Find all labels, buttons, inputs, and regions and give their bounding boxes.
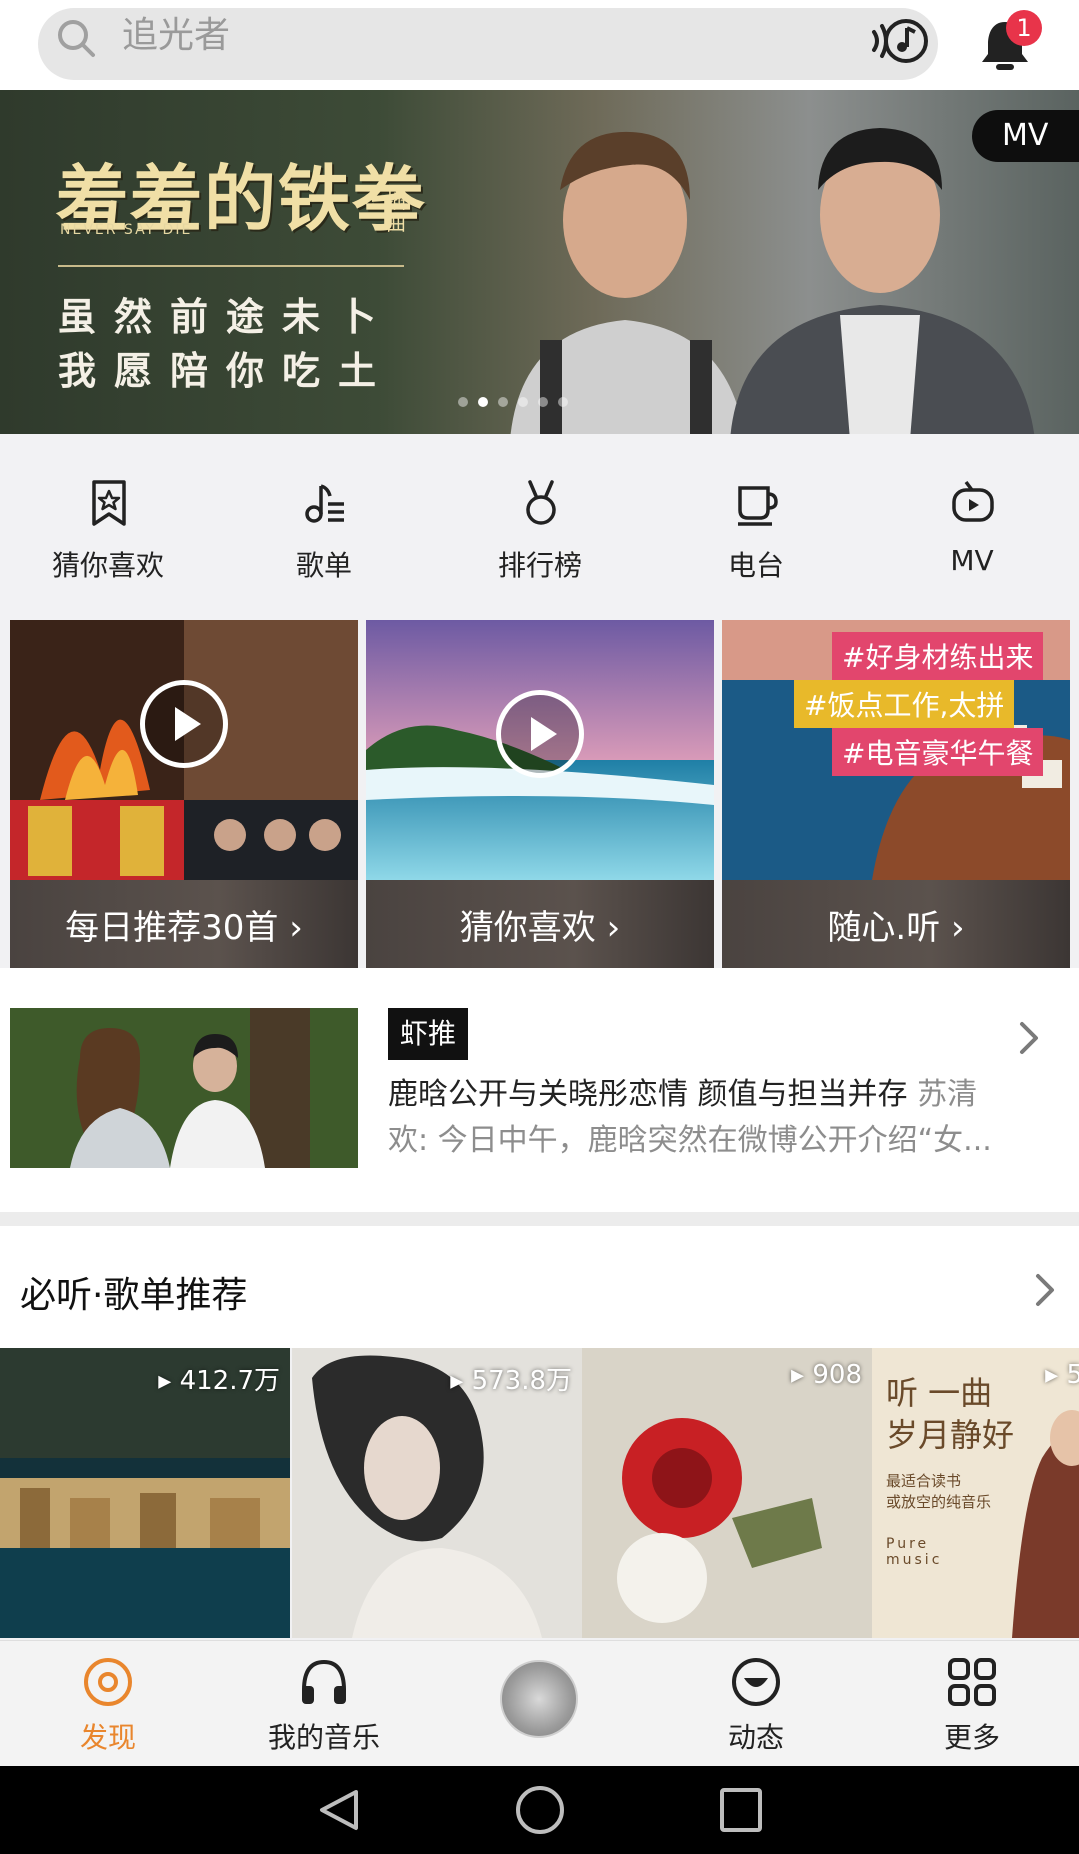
nav-label: 发现 <box>79 1721 136 1754</box>
card-label: 猜你喜欢 › <box>459 908 621 948</box>
medal-icon <box>526 480 556 525</box>
carousel-dot[interactable] <box>458 397 468 407</box>
news-author: 苏清 <box>917 1077 978 1112</box>
banner-line-1: 虽然前途未卜 <box>58 295 395 339</box>
search-input[interactable]: 追光者 <box>122 16 230 56</box>
carousel-dot[interactable] <box>518 397 528 407</box>
home-icon[interactable] <box>516 1786 564 1834</box>
carousel-dots <box>458 397 568 407</box>
news-headline: 鹿晗公开与关晓彤恋情 颜值与担当并存 <box>388 1077 908 1112</box>
banner-tag: 插曲 <box>386 189 406 235</box>
category-charts[interactable]: 排行榜 <box>432 434 648 620</box>
cover-text-1: 听 一曲 <box>886 1374 993 1412</box>
play-icon <box>531 717 557 751</box>
category-label: 猜你喜欢 <box>51 549 164 582</box>
nav-label: 我的音乐 <box>267 1721 380 1754</box>
recent-apps-icon[interactable] <box>720 1788 762 1832</box>
play-count-value: 908 <box>812 1360 862 1390</box>
nav-label: 动态 <box>727 1721 784 1754</box>
banner-line-2: 我愿陪你吃土 <box>58 349 395 393</box>
mood-tag[interactable]: #电音豪华午餐 <box>832 728 1044 776</box>
playlist-section-title: 必听·歌单推荐 <box>20 1275 248 1316</box>
mood-tag[interactable]: #好身材练出来 <box>832 632 1044 680</box>
chevron-right-icon[interactable] <box>1030 1270 1060 1310</box>
cup-icon <box>738 486 778 526</box>
category-label: 排行榜 <box>497 549 582 582</box>
banner-subtitle: NEVER SAY DIE <box>60 222 193 238</box>
nav-discover[interactable]: 发现 <box>0 1640 216 1766</box>
category-playlist[interactable]: 歌单 <box>216 434 432 620</box>
play-count-value: 412.7万 <box>179 1366 280 1396</box>
news-thumbnail <box>10 1008 358 1168</box>
play-count-value: 5 <box>1066 1360 1079 1390</box>
search-icon <box>58 20 95 57</box>
mood-tag[interactable]: #饭点工作,太拼 <box>794 680 1015 728</box>
grid-icon <box>948 1658 996 1706</box>
cover-text-3: 最适合读书 或放空的纯音乐 <box>886 1472 992 1511</box>
banner-divider <box>58 265 404 267</box>
category-radio[interactable]: 电台 <box>648 434 864 620</box>
star-bookmark-icon <box>92 480 126 526</box>
play-count: ▸ 908 <box>791 1360 862 1390</box>
play-count: ▸ 5 <box>1045 1360 1079 1390</box>
random-listen-card[interactable]: #好身材练出来 #饭点工作,太拼 #电音豪华午餐 随心.听 › <box>722 620 1070 968</box>
nav-my-music[interactable]: 我的音乐 <box>216 1640 432 1766</box>
play-count: ▸ 412.7万 <box>158 1366 280 1396</box>
banner-person-left <box>510 131 744 434</box>
nav-label: 更多 <box>943 1721 1000 1754</box>
category-guess-you-like[interactable]: 猜你喜欢 <box>0 434 216 620</box>
category-label: 歌单 <box>295 549 352 582</box>
section-divider <box>0 1212 1079 1226</box>
daily-recommend-card[interactable]: 每日推荐30首 › <box>10 620 358 968</box>
news-summary: 欢: 今日中午，鹿晗突然在微博公开介绍“女... <box>388 1123 992 1158</box>
cover-text-2: 岁月静好 <box>886 1416 1015 1454</box>
carousel-dot-active[interactable] <box>478 397 488 407</box>
nav-feed[interactable]: 动态 <box>648 1640 864 1766</box>
carousel-dot[interactable] <box>498 397 508 407</box>
category-row: 猜你喜欢 歌单 排行榜 电台 MV <box>0 434 1079 620</box>
now-playing-disc[interactable] <box>500 1660 578 1738</box>
play-count: ▸ 573.8万 <box>450 1366 572 1396</box>
playlist-note-icon <box>305 484 344 523</box>
carousel-dot[interactable] <box>538 397 548 407</box>
card-label: 随心.听 › <box>827 908 965 948</box>
play-icon <box>175 707 201 741</box>
chevron-right-icon[interactable] <box>1014 1018 1044 1058</box>
playlist-card[interactable]: 听 一曲 岁月静好 最适合读书 或放空的纯音乐 Pure music ▸ 5 <box>872 1348 1079 1638</box>
play-button[interactable] <box>140 680 228 768</box>
card-label: 每日推荐30首 › <box>65 908 303 948</box>
play-button[interactable] <box>496 690 584 778</box>
playlist-cover <box>582 1348 872 1638</box>
category-mv[interactable]: MV <box>864 434 1079 620</box>
news-title[interactable]: 鹿晗公开与关晓彤恋情 颜值与担当并存 苏清 <box>388 1072 1048 1118</box>
headphones-icon <box>302 1659 346 1704</box>
smile-icon <box>732 1658 780 1706</box>
guess-you-like-card[interactable]: 猜你喜欢 › <box>366 620 714 968</box>
tv-play-icon <box>952 480 994 522</box>
cover-text-4: Pure music <box>886 1536 943 1568</box>
category-label: MV <box>950 544 994 577</box>
back-icon[interactable] <box>316 1786 362 1834</box>
mv-badge: MV <box>972 110 1079 162</box>
nav-more[interactable]: 更多 <box>864 1640 1079 1766</box>
notification-badge: 1 <box>1006 10 1042 46</box>
playlist-card[interactable]: ▸ 412.7万 <box>0 1348 290 1638</box>
playlist-card[interactable]: ▸ 908 <box>582 1348 872 1638</box>
carousel-dot[interactable] <box>558 397 568 407</box>
playlist-card[interactable]: ▸ 573.8万 <box>292 1348 582 1638</box>
news-badge: 虾推 <box>388 1008 469 1060</box>
discover-icon <box>84 1658 132 1706</box>
play-count-value: 573.8万 <box>471 1366 572 1396</box>
music-recognition-icon[interactable] <box>868 14 928 68</box>
category-label: 电台 <box>727 549 784 582</box>
